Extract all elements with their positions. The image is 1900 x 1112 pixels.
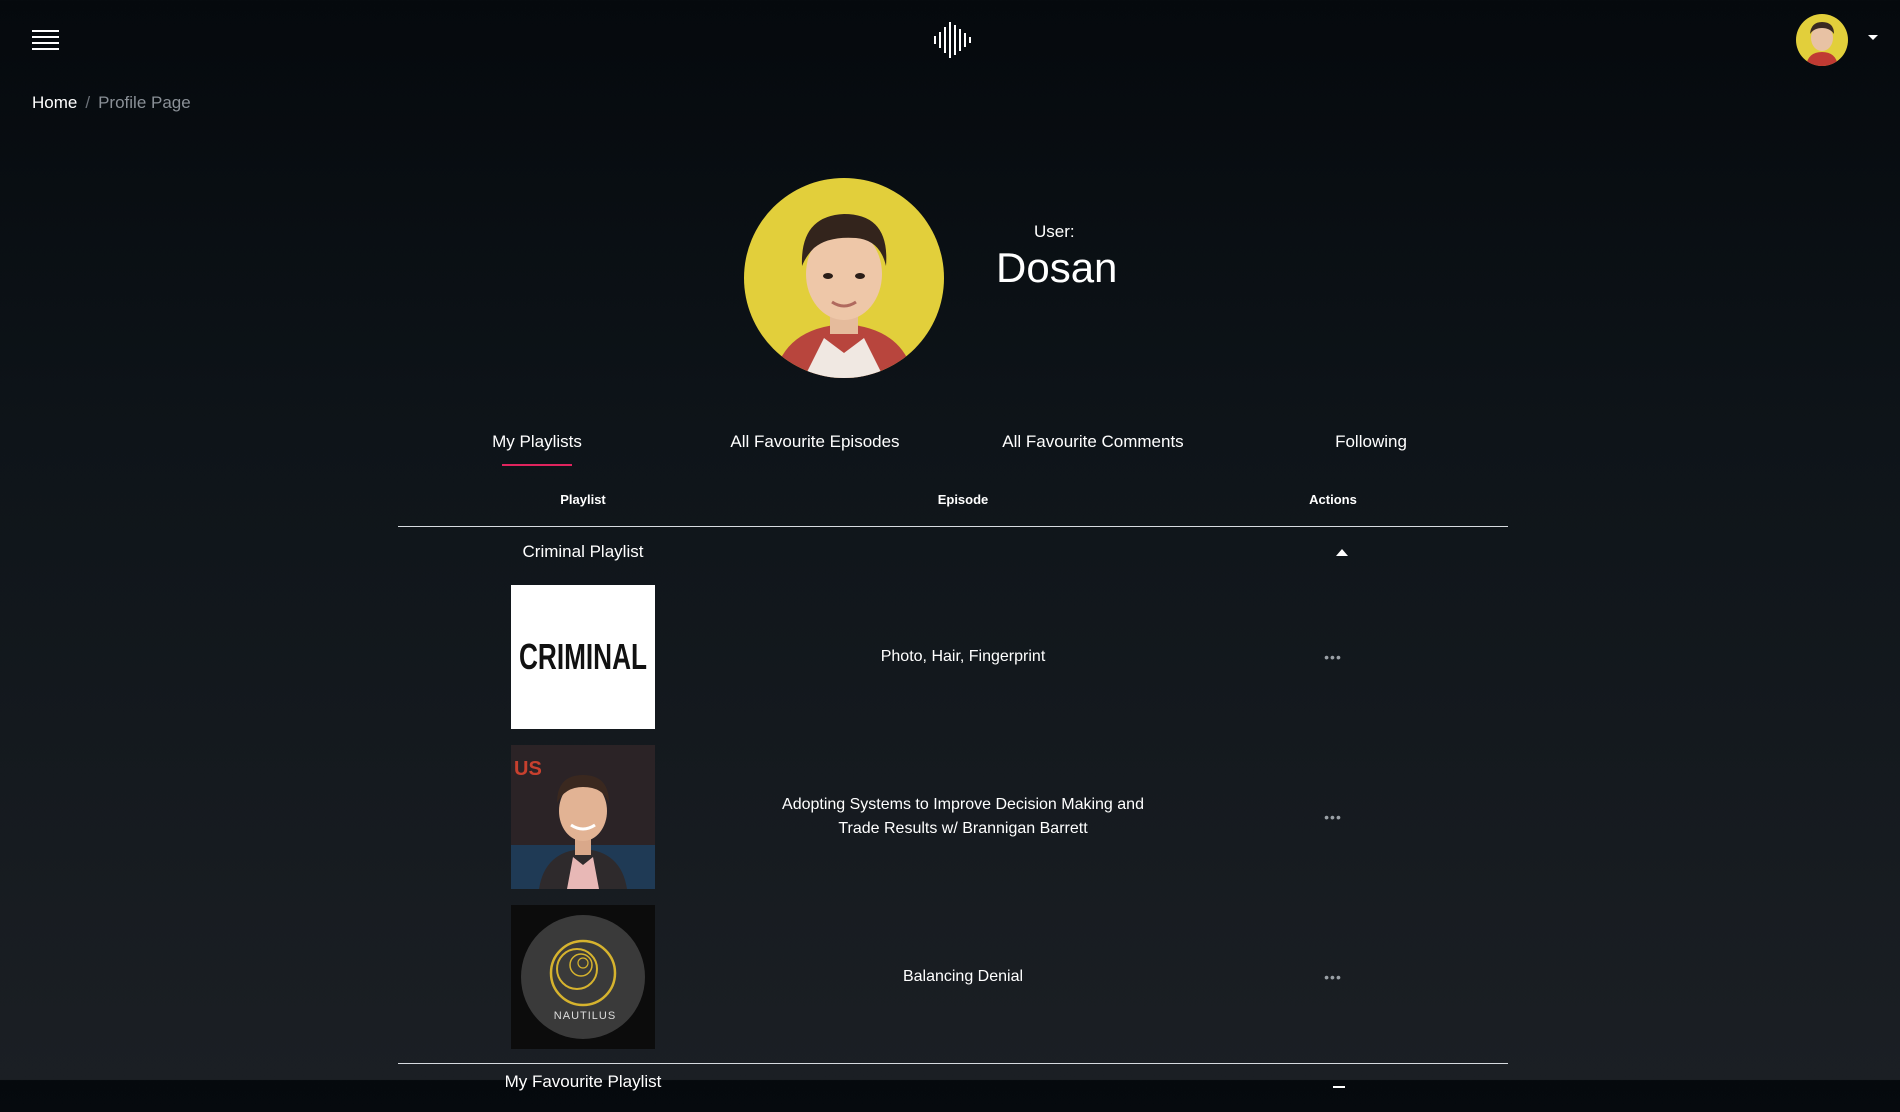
playlist-group-row[interactable]: My Favourite Playlist (398, 1064, 1508, 1112)
thumbnail-text: US (514, 758, 542, 780)
playlist-table: Playlist Episode Actions Criminal Playli… (398, 492, 1508, 1112)
breadcrumb-home-link[interactable]: Home (32, 93, 77, 112)
caret-down-icon[interactable] (1868, 35, 1878, 40)
playlist-group-row[interactable]: Criminal Playlist (398, 527, 1508, 577)
playlist-group-name: My Favourite Playlist (504, 1072, 662, 1091)
tab-all-favourite-comments[interactable]: All Favourite Comments (954, 432, 1232, 472)
profile-avatar (744, 178, 944, 378)
top-bar (0, 0, 1900, 80)
thumbnail-text: CRIMINAL (519, 636, 647, 677)
expand-caret-icon[interactable] (1333, 1086, 1345, 1088)
episode-title[interactable]: Photo, Hair, Fingerprint (768, 645, 1158, 669)
more-actions-icon[interactable]: ••• (1158, 649, 1508, 665)
breadcrumb-separator: / (85, 93, 91, 112)
soundwave-logo-icon[interactable] (932, 20, 976, 60)
collapse-caret-up-icon[interactable] (1336, 548, 1348, 556)
breadcrumb: Home / Profile Page (32, 93, 191, 113)
column-header-episode: Episode (937, 492, 989, 507)
tab-following[interactable]: Following (1232, 432, 1510, 472)
user-name: Dosan (996, 244, 1118, 291)
hamburger-menu-icon[interactable] (32, 30, 59, 52)
episode-title[interactable]: Balancing Denial (768, 965, 1158, 989)
profile-tabs: My Playlists All Favourite Episodes All … (398, 432, 1510, 472)
table-row[interactable]: NAUTILUS Balancing Denial ••• (398, 897, 1508, 1057)
user-label: User: (1034, 222, 1075, 241)
episode-thumbnail: NAUTILUS (511, 905, 655, 1049)
column-header-playlist: Playlist (560, 492, 606, 507)
more-actions-icon[interactable]: ••• (1158, 809, 1508, 825)
tab-my-playlists[interactable]: My Playlists (398, 432, 676, 472)
episode-thumbnail: US (511, 745, 655, 889)
table-row[interactable]: US Adopting Systems to Improve Decision … (398, 737, 1508, 897)
playlist-group-name: Criminal Playlist (522, 542, 644, 561)
breadcrumb-current: Profile Page (98, 93, 191, 112)
column-header-actions: Actions (1309, 492, 1357, 507)
user-avatar-menu[interactable] (1796, 14, 1848, 66)
tab-all-favourite-episodes[interactable]: All Favourite Episodes (676, 432, 954, 472)
table-header: Playlist Episode Actions (398, 492, 1508, 527)
thumbnail-text: NAUTILUS (554, 1010, 616, 1022)
episode-thumbnail: CRIMINAL (511, 585, 655, 729)
more-actions-icon[interactable]: ••• (1158, 969, 1508, 985)
table-row[interactable]: CRIMINAL Photo, Hair, Fingerprint ••• (398, 577, 1508, 737)
episode-title[interactable]: Adopting Systems to Improve Decision Mak… (768, 793, 1158, 841)
